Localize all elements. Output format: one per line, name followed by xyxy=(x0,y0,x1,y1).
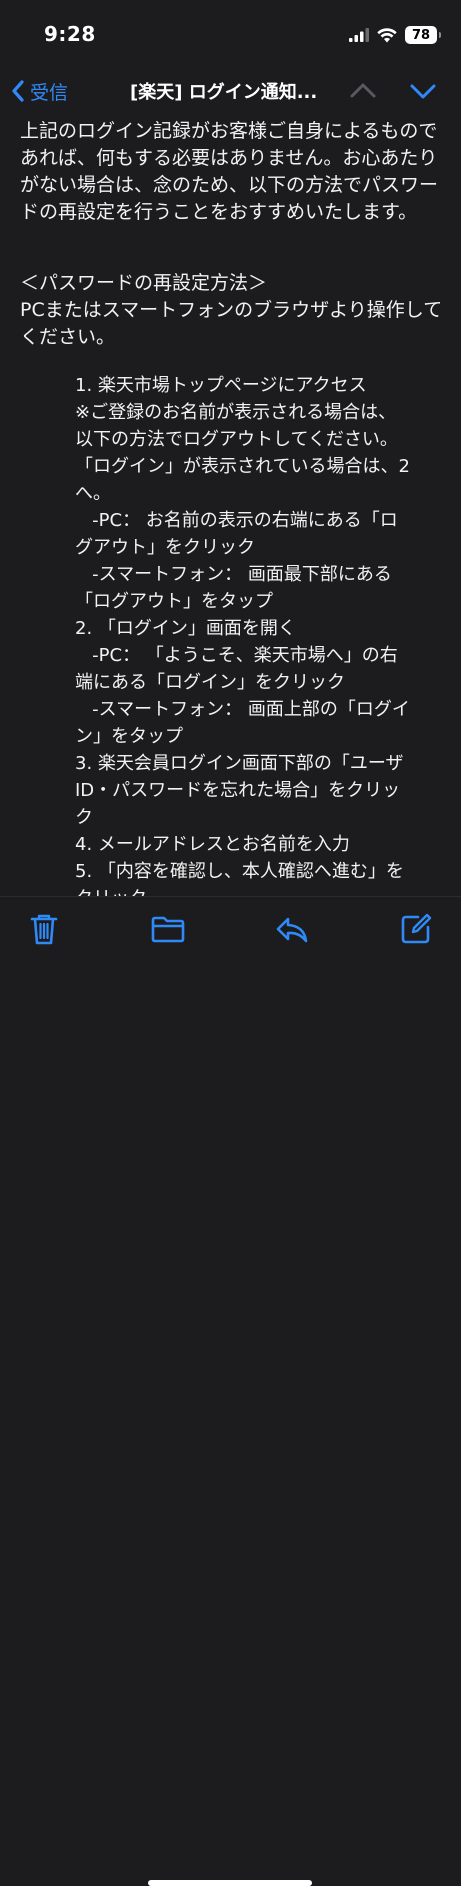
home-indicator[interactable] xyxy=(148,1880,312,1886)
section-intro: PCまたはスマートフォンのブラウザより操作してください。 xyxy=(20,299,443,348)
navigation-bar: 受信 [楽天] ログイン通知... xyxy=(0,66,461,116)
step-line: -スマートフォン： 画面最下部にある xyxy=(75,564,392,585)
chevron-left-icon xyxy=(12,80,24,102)
wifi-icon xyxy=(377,27,397,42)
mail-subject-title: [楽天] ログイン通知... xyxy=(130,82,318,103)
cellular-signal-icon xyxy=(349,28,369,42)
step-line: クリック xyxy=(75,885,445,896)
step-line: -PC： 「ようこそ、楽天市場へ」の右 xyxy=(75,645,398,666)
step-line: 5. 「内容を確認し、本人確認へ進む」を xyxy=(75,861,404,882)
back-label: 受信 xyxy=(30,81,69,104)
steps-list: 1. 楽天市場トップページにアクセス ※ご登録のお名前が表示される場合は、 以下… xyxy=(75,372,445,896)
status-icons: 78 xyxy=(349,24,441,46)
step-line: グアウト」をクリック xyxy=(75,537,255,558)
step-line: 以下の方法でログアウトしてください。 xyxy=(75,429,398,450)
intro-paragraph: 上記のログイン記録がお客様ご自身によるものであれば、何もする必要はありません。お… xyxy=(20,120,439,223)
battery-level: 78 xyxy=(411,27,431,43)
step-line: 2. 「ログイン」画面を開く xyxy=(75,618,296,639)
step-line: 「ログイン」が表示されている場合は、2 xyxy=(75,456,410,477)
section-heading: ＜パスワードの再設定方法＞ xyxy=(20,272,268,294)
step-line: -PC： お名前の表示の右端にある「ロ xyxy=(75,510,398,531)
step-line: 端にある「ログイン」をクリック xyxy=(75,672,345,693)
step-line: へ。 xyxy=(75,483,111,504)
mail-body[interactable]: 上記のログイン記録がお客様ご自身によるものであれば、何もする必要はありません。お… xyxy=(0,116,461,896)
step-line: 4. メールアドレスとお名前を入力 xyxy=(75,834,350,855)
step-line: ※ご登録のお名前が表示される場合は、 xyxy=(75,402,397,423)
battery-icon: 78 xyxy=(405,26,441,44)
folder-icon[interactable] xyxy=(150,911,186,947)
step-line: 「ログアウト」をタップ xyxy=(75,591,273,612)
chevron-up-icon[interactable] xyxy=(348,76,378,106)
chevron-down-icon[interactable] xyxy=(408,76,438,106)
step-line: ク xyxy=(75,807,93,828)
step-line: 1. 楽天市場トップページにアクセス xyxy=(75,375,367,396)
mail-toolbar xyxy=(0,896,461,1886)
step-line: ン」をタップ xyxy=(75,726,183,747)
step-line: ID・パスワードを忘れた場合」をクリッ xyxy=(75,780,401,801)
step-line: -スマートフォン： 画面上部の「ログイ xyxy=(75,699,410,720)
trash-icon[interactable] xyxy=(26,911,62,947)
section-block: ＜パスワードの再設定方法＞ PCまたはスマートフォンのブラウザより操作してくださ… xyxy=(20,270,445,351)
compose-icon[interactable] xyxy=(398,911,434,947)
back-button[interactable]: 受信 xyxy=(10,74,68,108)
reply-icon[interactable] xyxy=(274,911,310,947)
status-time: 9:28 xyxy=(44,22,96,46)
step-line: 3. 楽天会員ログイン画面下部の「ユーザ xyxy=(75,753,404,774)
status-bar: 9:28 78 xyxy=(0,0,461,66)
